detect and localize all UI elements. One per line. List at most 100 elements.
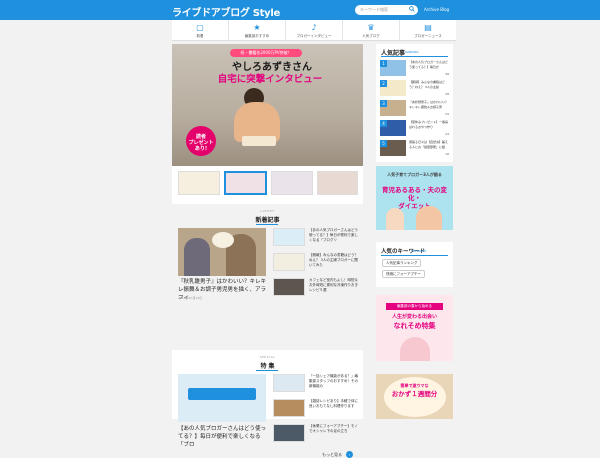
slider-thumb[interactable]: [316, 171, 358, 195]
microphone-icon: ♪: [311, 23, 317, 32]
section-title: 新着記事: [255, 217, 280, 224]
star-icon: ★: [253, 23, 261, 32]
keyword-widget: 人気のキーワード KEYWORD 人気記事ランキング 快適にフォーアプチー: [376, 242, 453, 287]
more-link[interactable]: もっと見る: [322, 452, 342, 458]
hero-subheading: 祝・書籍化2000万PV突破！: [230, 49, 302, 57]
banner-title: おかず１週間分: [391, 390, 438, 398]
ranking-item[interactable]: 2 【朗報】みんなの書籍はどう？ねえ？ 3人の主婦 38: [380, 80, 450, 98]
ranking-count: 29: [445, 112, 449, 116]
section-divider: [256, 370, 278, 371]
nav-item-popular[interactable]: ♛ 人気ブログ: [343, 20, 400, 40]
feature-article-title[interactable]: 【あの人気ブロガーさんはどう使ってる？】毎日が便利で楽しくなる「ブロ: [178, 425, 268, 449]
slider-thumb-active[interactable]: [223, 171, 267, 195]
ranking-number: 1: [380, 60, 387, 67]
slider-thumbnails: [178, 171, 358, 197]
banner-illustration: [416, 206, 442, 230]
banner-illustration: [386, 208, 404, 230]
hero-cake: [242, 136, 276, 146]
keyword-tag[interactable]: 快適にフォーアプチー: [382, 270, 425, 278]
new-articles-section: LATEST 新着記事 『秋乳雛男子』はかわいい？キレキレ振舞＆お調子男児男を描…: [172, 204, 363, 350]
ranking-title-text: 【夏休みプレゼント】一番喜ばれるおやつ作り: [409, 120, 449, 129]
ranking-title-text: 頑張る日々は【自然派】鍛える人にお「健康部屋」に紹: [409, 140, 449, 149]
banner-header: 編集部の春から始める: [386, 303, 443, 310]
feature-list-item[interactable]: 「一括シェア機能がある？」編集部スタッフのおすすめ！その新機能の: [273, 374, 359, 394]
banner-subtitle: 簡単で激ウマな: [400, 383, 429, 388]
banner-subtitle: 人生が変わる出会い: [391, 314, 437, 320]
article-thumbnail: [273, 228, 305, 246]
ranking-item[interactable]: 4 【夏休みプレゼント】一番喜ばれるおやつ作り 24: [380, 120, 450, 138]
ranking-count: 24: [445, 132, 449, 136]
feature-list-item[interactable]: 【雑誌レシピあり】手軽で体に良いおもてなし料理作ります: [273, 399, 359, 419]
article-title: 【雑誌レシピあり】手軽で体に良いおもてなし料理作ります: [309, 399, 358, 408]
article-title: カフェなど室内もよし！時短＆お外時短に便利な冷凍作りおきレシピ５選: [309, 278, 358, 292]
romance-banner[interactable]: 編集部の春から始める 人生が変わる出会い なれそめ特集: [376, 295, 453, 361]
ranking-number: 4: [380, 120, 387, 127]
ranking-title-text: 【朗報】みんなの書籍はどう？ねえ？ 3人の主婦: [409, 80, 446, 89]
nav-item-news[interactable]: ▤ ブロガーニュース: [400, 20, 456, 40]
keyword-title-en: KEYWORD: [411, 249, 427, 253]
ranking-divider: [381, 56, 448, 57]
article-title: 「一括シェア機能がある？」編集部スタッフのおすすめ！その新機能の: [309, 374, 358, 388]
nav-label: 人気ブログ: [362, 34, 380, 38]
feature-section: SPECIAL 特 集 【あの人気ブロガーさんはどう使ってる？】毎日が便利で楽し…: [172, 350, 363, 458]
section-label-en: LATEST: [260, 209, 275, 213]
banner-title: 育児あるある・夫の変化・ ダイエット: [382, 186, 447, 210]
feature-list-item[interactable]: 【休業にフォーアプチー】モノでオシャレ下の足の立ち: [273, 424, 359, 444]
article-thumbnail: [273, 253, 305, 271]
nav-item-interview[interactable]: ♪ ブロガーインタビュー: [286, 20, 343, 40]
article-list-item[interactable]: カフェなど室内もよし！時短＆お外時短に便利な冷凍作りおきレシピ５選: [273, 278, 359, 298]
article-thumbnail: [273, 278, 305, 296]
banner-subtitle: 人気子育てブロガー3人が語る: [387, 172, 442, 177]
archive-link[interactable]: Archive Blog: [424, 7, 449, 12]
feature-article-image[interactable]: [178, 374, 266, 422]
article-thumbnail: [273, 399, 305, 417]
ranking-number: 3: [380, 100, 387, 107]
site-logo[interactable]: ライブドアブログ Style: [172, 4, 280, 19]
parenting-banner[interactable]: 人気子育てブロガー3人が語る 育児あるある・夫の変化・ ダイエット: [376, 166, 453, 230]
article-title: 【朗報】みんなの書籍はどう？ねえ？ 3人の主婦ブロガーに聞いてみた: [309, 253, 358, 267]
ranking-item[interactable]: 5 頑張る日々は【自然派】鍛える人にお「健康部屋」に紹 16: [380, 140, 450, 158]
banner-illustration: [400, 337, 430, 361]
keyword-divider: [381, 255, 448, 256]
slider-thumb[interactable]: [271, 171, 313, 195]
recipe-banner[interactable]: 簡単で激ウマな おかず１週間分: [376, 374, 453, 419]
slider-thumb[interactable]: [178, 171, 220, 195]
ranking-count: 38: [445, 92, 449, 96]
trophy-icon: ♛: [367, 23, 375, 32]
ranking-item[interactable]: 1 【あの人気ブロガーさんはどう使ってる？】毎日が 48: [380, 60, 450, 78]
ranking-count: 16: [445, 152, 449, 156]
ranking-item[interactable]: 3 『言状鍋男子』はかわいい？キレキレ振舞＆お調子男 29: [380, 100, 450, 118]
article-list-item[interactable]: 【あの人気ブロガーさんはどう使ってる？】毎日が便利で楽しくなる「ブログリ: [273, 228, 359, 248]
featured-article-image[interactable]: [178, 228, 266, 276]
section-label-en: SPECIAL: [259, 355, 276, 359]
article-title: 【あの人気ブロガーさんはどう使ってる？】毎日が便利で楽しくなる「ブログリ: [309, 228, 358, 242]
section-title: 特 集: [260, 363, 275, 370]
article-list-item[interactable]: 【朗報】みんなの書籍はどう？ねえ？ 3人の主婦ブロガーに聞いてみた: [273, 253, 359, 273]
nav-label: ブロガーニュース: [414, 34, 442, 38]
ranking-widget: 人気記事 RANKING 1 【あの人気ブロガーさんはどう使ってる？】毎日が 4…: [376, 44, 453, 162]
new-icon: ▢: [196, 23, 204, 32]
nav-item-new[interactable]: ▢ 新着: [172, 20, 229, 40]
keyword-tag[interactable]: 人気記事ランキング: [382, 259, 422, 267]
ranking-title-en: RANKING: [405, 50, 419, 54]
site-header: ライブドアブログ Style キーワード検索 Archive Blog: [0, 0, 600, 20]
ranking-title-text: 【あの人気ブロガーさんはどう使ってる？】毎日が: [409, 60, 449, 69]
chevron-right-icon[interactable]: ›: [346, 451, 353, 458]
nav-label: ブロガーインタビュー: [296, 34, 332, 38]
present-badge: 読者 プレゼント あり!: [186, 126, 216, 156]
section-divider: [256, 224, 278, 225]
hero-title-line2: 自宅に突撃インタビュー: [217, 74, 323, 85]
nav-item-recommend[interactable]: ★ 編集部おすすめ: [229, 20, 286, 40]
featured-article-date: 2019年10月23日: [178, 296, 203, 300]
hero-slide[interactable]: 祝・書籍化2000万PV突破！ やしろあずきさん 自宅に突撃インタビュー 読者 …: [172, 44, 363, 166]
article-thumbnail: [273, 374, 305, 392]
search-icon[interactable]: [409, 6, 415, 12]
news-icon: ▤: [424, 23, 432, 32]
ranking-number: 5: [380, 140, 387, 147]
main-nav: ▢ 新着 ★ 編集部おすすめ ♪ ブロガーインタビュー ♛ 人気ブログ ▤ ブロ…: [172, 20, 456, 41]
article-thumbnail: [273, 424, 305, 442]
nav-label: 編集部おすすめ: [244, 34, 270, 38]
main-content: 祝・書籍化2000万PV突破！ やしろあずきさん 自宅に突撃インタビュー 読者 …: [172, 44, 363, 458]
nav-label: 新着: [196, 34, 204, 38]
ranking-title-text: 『言状鍋男子』はかわいい？キレキレ振舞＆お調子男: [409, 100, 449, 109]
